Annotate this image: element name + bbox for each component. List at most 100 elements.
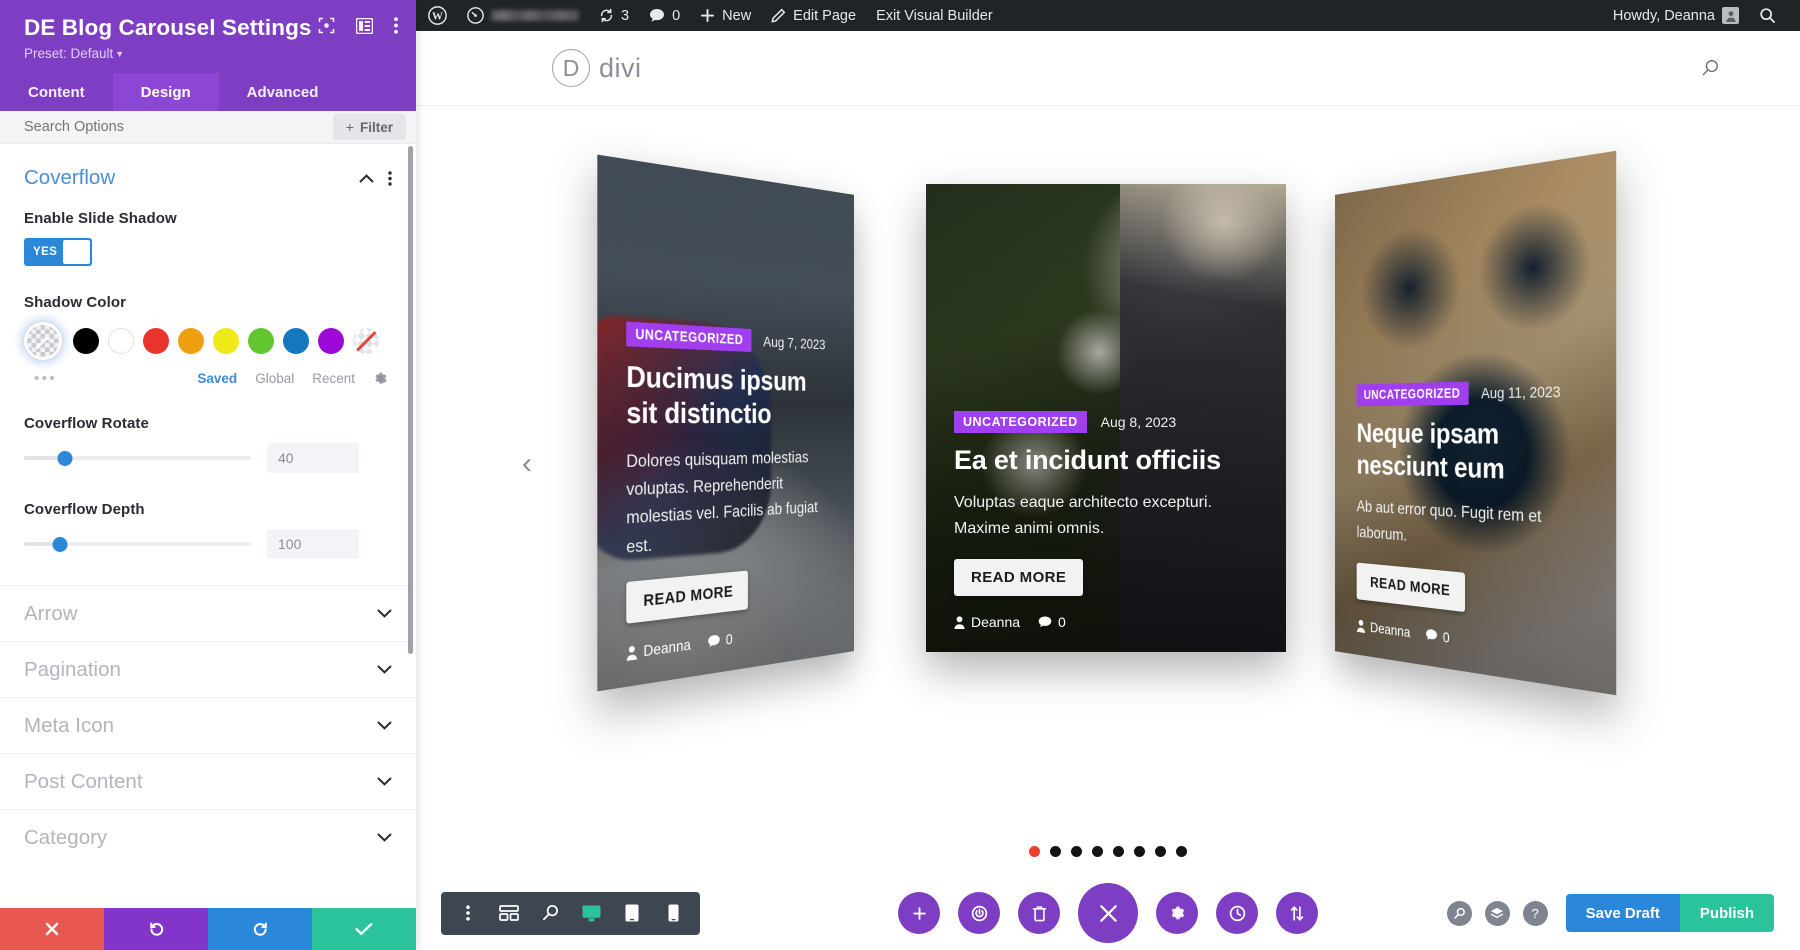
color-tab-global[interactable]: Global: [255, 371, 294, 386]
coverflow-rotate-value[interactable]: 40: [267, 443, 359, 473]
carousel-slide-center[interactable]: UNCATEGORIZED Aug 8, 2023 Ea et incidunt…: [926, 184, 1286, 652]
save-draft-button[interactable]: Save Draft: [1565, 894, 1680, 932]
slide-title[interactable]: Ea et incidunt officiis: [954, 445, 1258, 477]
history-clock-button[interactable]: [1216, 892, 1258, 934]
chevron-up-icon[interactable]: [359, 173, 374, 183]
layers-icon[interactable]: [1484, 900, 1510, 926]
layout-panel-icon[interactable]: [356, 17, 373, 34]
search-options-input[interactable]: [24, 119, 254, 135]
pagination-dot-7[interactable]: [1155, 846, 1166, 857]
coverflow-depth-value[interactable]: 100: [267, 529, 359, 559]
coverflow-depth-slider[interactable]: [24, 533, 251, 555]
slide-category-badge[interactable]: UNCATEGORIZED: [954, 410, 1087, 433]
slide-title[interactable]: Ducimus ipsum sit distinctio: [626, 360, 832, 432]
site-name[interactable]: [457, 0, 589, 31]
wireframe-view-icon[interactable]: [490, 892, 528, 935]
swatch-orange[interactable]: [178, 328, 204, 354]
enable-slide-shadow-label: Enable Slide Shadow: [24, 210, 177, 227]
divi-logo[interactable]: D divi: [552, 49, 642, 87]
color-picker-eyedropper-swatch[interactable]: [24, 322, 62, 360]
settings-gear-button[interactable]: [1156, 892, 1198, 934]
close-builder-button[interactable]: [1078, 883, 1138, 943]
swatch-yellow[interactable]: [213, 328, 239, 354]
toggle-knob: [63, 240, 90, 264]
sort-updown-button[interactable]: [1276, 892, 1318, 934]
swatch-blue[interactable]: [283, 328, 309, 354]
tab-advanced[interactable]: Advanced: [219, 73, 347, 111]
section-pagination[interactable]: Pagination: [0, 641, 416, 697]
section-coverflow-title[interactable]: Coverflow: [24, 166, 115, 190]
new-content-button[interactable]: New: [690, 0, 761, 31]
filter-button[interactable]: + Filter: [332, 114, 406, 140]
slide-title[interactable]: Neque ipsam nesciunt eum: [1357, 417, 1587, 490]
section-category[interactable]: Category: [0, 809, 416, 865]
phone-view-icon[interactable]: [654, 892, 692, 935]
undo-button[interactable]: [104, 908, 208, 950]
search-icon[interactable]: [1446, 900, 1472, 926]
save-button[interactable]: [312, 908, 416, 950]
gear-icon[interactable]: [373, 371, 388, 386]
swatch-green[interactable]: [248, 328, 274, 354]
carousel-prev-arrow[interactable]: ‹: [510, 447, 544, 481]
toggle-value-label: YES: [33, 246, 58, 258]
swatch-white[interactable]: [108, 328, 134, 354]
pagination-dot-1[interactable]: [1029, 846, 1040, 857]
slide-category-badge[interactable]: UNCATEGORIZED: [1356, 381, 1469, 406]
desktop-view-icon[interactable]: [572, 892, 610, 935]
swatch-transparent[interactable]: [353, 328, 379, 354]
more-vertical-icon[interactable]: [394, 17, 398, 34]
more-colors-icon[interactable]: •••: [24, 370, 57, 387]
account-menu[interactable]: Howdy, Deanna: [1603, 0, 1749, 31]
help-icon[interactable]: ?: [1522, 900, 1548, 926]
pagination-dot-3[interactable]: [1071, 846, 1082, 857]
focus-target-icon[interactable]: [318, 17, 335, 34]
pagination-dot-6[interactable]: [1134, 846, 1145, 857]
swatch-red[interactable]: [143, 328, 169, 354]
chevron-down-icon: [377, 721, 392, 730]
pagination-dot-4[interactable]: [1092, 846, 1103, 857]
redo-button[interactable]: [208, 908, 312, 950]
tab-content[interactable]: Content: [0, 73, 113, 111]
panel-scrollbar[interactable]: [408, 146, 413, 654]
chevron-down-icon: [377, 609, 392, 618]
wordpress-logo-icon[interactable]: W: [416, 0, 457, 31]
updates-indicator[interactable]: 3: [589, 0, 639, 31]
edit-page-button[interactable]: Edit Page: [761, 0, 866, 31]
section-meta-icon-label: Meta Icon: [24, 713, 115, 737]
slide-comment-count: 0: [725, 630, 733, 648]
slide-date: Aug 11, 2023: [1481, 382, 1561, 402]
preset-selector[interactable]: Preset: Default ▼: [24, 46, 396, 61]
tablet-view-icon[interactable]: [613, 892, 651, 935]
color-tab-saved[interactable]: Saved: [197, 371, 237, 386]
swatch-purple[interactable]: [318, 328, 344, 354]
more-vertical-icon[interactable]: [449, 892, 487, 935]
pagination-dot-5[interactable]: [1113, 846, 1124, 857]
read-more-button[interactable]: READ MORE: [1356, 562, 1466, 613]
carousel-slide-right[interactable]: UNCATEGORIZED Aug 11, 2023 Neque ipsam n…: [1335, 150, 1617, 696]
comment-icon: [1038, 616, 1052, 627]
section-more-icon[interactable]: [388, 170, 392, 186]
coverflow-rotate-slider[interactable]: [24, 447, 251, 469]
publish-button[interactable]: Publish: [1679, 894, 1774, 932]
tab-design[interactable]: Design: [112, 73, 219, 111]
comments-indicator[interactable]: 0: [639, 0, 690, 31]
pagination-dot-2[interactable]: [1050, 846, 1061, 857]
header-search-icon[interactable]: [1699, 57, 1722, 80]
carousel-slide-left[interactable]: UNCATEGORIZED Aug 7, 2023 Ducimus ipsum …: [597, 154, 854, 692]
trash-button[interactable]: [1018, 892, 1060, 934]
pagination-dot-8[interactable]: [1176, 846, 1187, 857]
swatch-black[interactable]: [73, 328, 99, 354]
admin-search-icon[interactable]: [1749, 0, 1786, 31]
section-meta-icon[interactable]: Meta Icon: [0, 697, 416, 753]
cancel-button[interactable]: [0, 908, 104, 950]
enable-slide-shadow-toggle[interactable]: YES: [24, 238, 92, 266]
exit-visual-builder-button[interactable]: Exit Visual Builder: [866, 0, 1003, 31]
add-section-button[interactable]: [898, 892, 940, 934]
toggle-power-button[interactable]: [958, 892, 1000, 934]
read-more-button[interactable]: READ MORE: [954, 559, 1084, 596]
section-arrow[interactable]: Arrow: [0, 585, 416, 641]
section-post-content[interactable]: Post Content: [0, 753, 416, 809]
zoom-out-view-icon[interactable]: [531, 892, 569, 935]
color-tab-recent[interactable]: Recent: [312, 371, 355, 386]
read-more-button[interactable]: READ MORE: [626, 570, 749, 624]
